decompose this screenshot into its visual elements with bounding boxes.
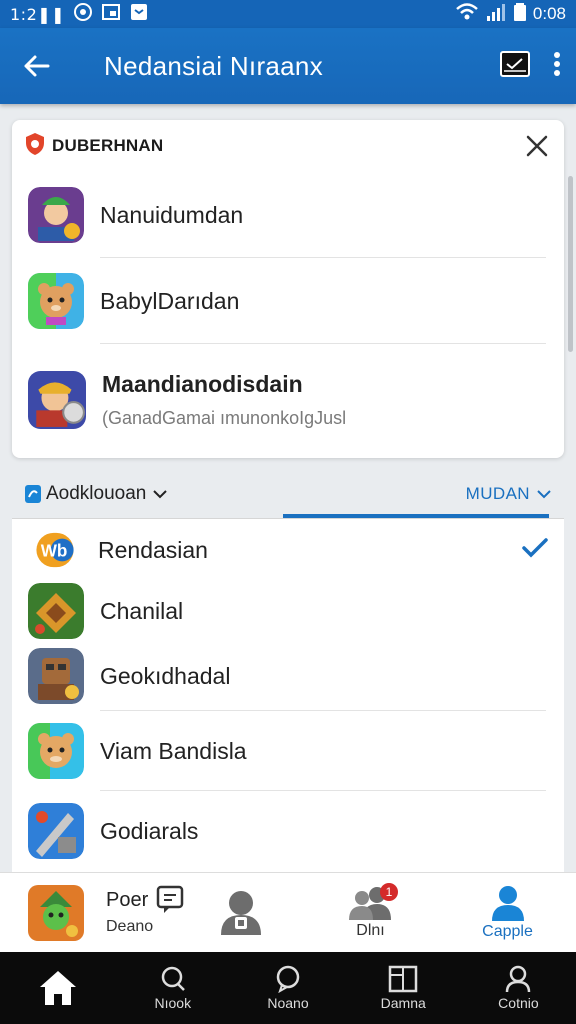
system-nav-bar: Nıook Noano Damna Cotnio (0, 952, 576, 1024)
app-bar: Nedansiai Nıraanx (0, 28, 576, 104)
knight-game-icon (28, 803, 84, 859)
list-item-name: Viam Bandisla (100, 737, 247, 764)
suggestion-subtitle: (GanadGamai ımunonkoIgJusl (102, 408, 347, 428)
app-list: Wb Rendasian Chanilal Geokıdhadal Viam B… (12, 518, 564, 878)
notification-badge: 1 (380, 882, 398, 901)
wb-logo-icon: Wb (36, 532, 74, 568)
suggestions-card: DUBERHNAN Nanuidumdan BabylDarıdan Maand… (12, 120, 564, 458)
nav-chat-label: Noano (267, 995, 309, 1011)
arrow-left-icon (24, 55, 50, 77)
screenshot-icon (101, 2, 121, 27)
sort-label: MUDAN (465, 484, 530, 503)
dragon-game-icon (28, 583, 84, 639)
suggestion-item[interactable]: BabylDarıdan (12, 258, 564, 344)
inbox-button[interactable] (500, 50, 530, 82)
search-icon (161, 966, 185, 991)
library-icon (388, 965, 418, 993)
account-icon (506, 965, 531, 993)
nav-library[interactable]: Damna (346, 952, 461, 1024)
list-item[interactable]: Geokıdhadal (12, 641, 564, 711)
home-icon (39, 971, 76, 1005)
nav-account[interactable]: Cotnio (461, 952, 576, 1024)
filter-app-icon (25, 485, 41, 503)
list-item[interactable]: Wb Rendasian (12, 519, 564, 581)
sort-dropdown[interactable]: MUDAN (466, 484, 552, 504)
back-button[interactable] (14, 44, 58, 88)
tab-capple-label: Capple (482, 922, 533, 940)
bottom-tab-bar: Poer Deano 1 Dlnı Capple (0, 872, 576, 952)
battery-text: 0:08 (532, 4, 566, 23)
nav-chat[interactable]: Noano (230, 952, 345, 1024)
wifi-icon (455, 2, 479, 27)
list-item[interactable]: Chanilal (12, 581, 564, 641)
list-item-name: Godiarals (100, 817, 199, 844)
shield-icon (24, 132, 46, 161)
chat-icon (276, 965, 300, 993)
list-item[interactable]: Godiarals (12, 791, 564, 871)
notification-icon (129, 2, 149, 27)
status-time: 1:2❚❚ (10, 4, 66, 24)
check-icon (522, 537, 548, 564)
tab-poer-label: Poer (106, 889, 149, 911)
suggestion-item[interactable]: Nanuidumdan (12, 172, 564, 258)
tab-group-label: Dlnı (356, 921, 385, 939)
page-title: Nedansiai Nıraanx (104, 50, 323, 81)
svg-text:Wb: Wb (41, 540, 68, 560)
chevron-down-icon (153, 490, 168, 499)
person-lock-icon (221, 890, 262, 935)
suggestion-name: Maandianodisdain (102, 371, 303, 397)
close-icon (526, 135, 548, 157)
nav-library-label: Damna (380, 995, 426, 1011)
game-avatar-icon (28, 884, 84, 941)
suggestion-name: Nanuidumdan (100, 201, 244, 228)
filter-dropdown[interactable]: Aodklouoan (24, 483, 168, 505)
suggestion-item[interactable]: Maandianodisdain (GanadGamai ımunonkoIgJ… (12, 344, 564, 456)
signal-icon (485, 2, 507, 27)
tab-poer-sublabel: Deano (106, 918, 154, 935)
nav-search-label: Nıook (154, 995, 192, 1011)
battery-icon (513, 2, 527, 27)
list-item-name: Chanilal (100, 597, 184, 624)
list-item-name: Rendasian (98, 536, 208, 563)
status-bar: 1:2❚❚ 0:08 (0, 0, 576, 28)
record-icon (73, 2, 93, 27)
tab-poer[interactable]: Poer Deano (0, 873, 184, 953)
profile-icon (491, 885, 524, 921)
suggestions-header: DUBERHNAN (12, 120, 564, 172)
hamster-game-icon (28, 723, 84, 779)
tab-lock[interactable] (180, 873, 302, 953)
hamster-game-icon (28, 273, 84, 329)
filter-label: Aodklouoan (46, 483, 147, 504)
more-vert-icon (554, 51, 560, 76)
warrior-game-icon (28, 187, 84, 243)
tab-capple[interactable]: Capple (439, 873, 576, 953)
more-menu-button[interactable] (552, 51, 562, 82)
inbox-check-icon (500, 50, 530, 77)
close-button[interactable] (522, 131, 552, 161)
chevron-down-icon (537, 490, 551, 499)
tab-group[interactable]: 1 Dlnı (302, 873, 439, 953)
nav-account-label: Cotnio (498, 995, 539, 1011)
viking-game-icon (28, 371, 86, 429)
list-item-name: Geokıdhadal (100, 662, 231, 689)
scrollbar[interactable] (568, 176, 573, 352)
sort-bar: Aodklouoan MUDAN (0, 470, 576, 518)
suggestion-name: BabylDarıdan (100, 287, 240, 314)
nav-search[interactable]: Nıook (115, 952, 230, 1024)
robot-game-icon (28, 648, 84, 704)
nav-home[interactable] (0, 952, 115, 1024)
list-item[interactable]: Viam Bandisla (12, 711, 564, 791)
suggestions-title: DUBERHNAN (52, 136, 164, 155)
